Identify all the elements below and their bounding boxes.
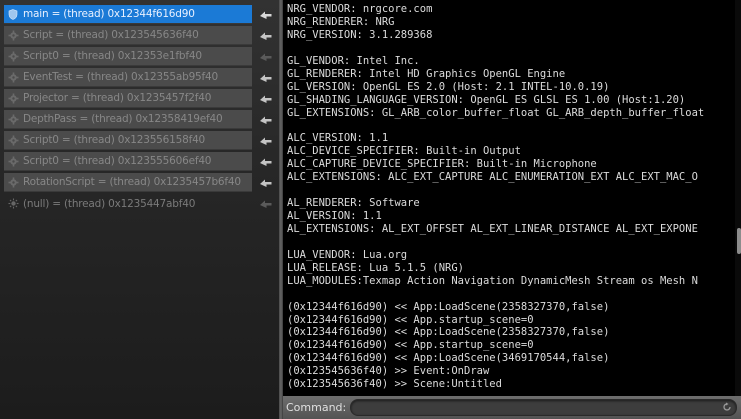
gear-icon bbox=[7, 92, 19, 104]
console-lines: NRG_VENDOR: nrgcore.com NRG_RENDERER: NRG… bbox=[287, 3, 741, 391]
thread-row[interactable]: (null) = (thread) 0x1235447abf40 bbox=[4, 194, 252, 213]
pointer-hand-icon[interactable] bbox=[257, 90, 275, 107]
console-line: (0x12344f616d90) << App:LoadScene(235832… bbox=[287, 326, 610, 339]
scrollbar-thumb[interactable] bbox=[737, 228, 741, 254]
thread-row[interactable]: Script0 = (thread) 0x12353e1fbf40 bbox=[4, 47, 252, 66]
thread-row[interactable]: Script0 = (thread) 0x123555606ef40 bbox=[4, 152, 252, 171]
command-bar: Command: bbox=[283, 396, 741, 419]
console-line: NRG_VENDOR: nrgcore.com bbox=[287, 3, 433, 15]
pointer-hand-icon[interactable] bbox=[257, 27, 275, 44]
gear-icon bbox=[7, 155, 19, 167]
console-line: LUA_RELEASE: Lua 5.1.5 (NRG) bbox=[287, 261, 465, 274]
console-line: LUA_MODULES:Texmap Action Navigation Dyn… bbox=[287, 274, 698, 287]
thread-row[interactable]: Projector = (thread) 0x1235457f2f40 bbox=[4, 89, 252, 108]
thread-row[interactable]: main = (thread) 0x12344f616d90 bbox=[4, 5, 252, 24]
gear-icon bbox=[7, 29, 19, 41]
thread-row[interactable]: Script = (thread) 0x123545636f40 bbox=[4, 26, 252, 45]
thread-label: Script0 = (thread) 0x123555606ef40 bbox=[23, 155, 212, 167]
pointer-hand-icon[interactable] bbox=[257, 132, 275, 149]
gear-icon bbox=[7, 134, 19, 146]
thread-row[interactable]: EventTest = (thread) 0x12355ab95f40 bbox=[4, 68, 252, 87]
console-line: AL_RENDERER: Software bbox=[287, 197, 420, 210]
thread-row[interactable]: RotationScript = (thread) 0x1235457b6f40 bbox=[4, 173, 252, 192]
console-scrollbar[interactable] bbox=[735, 0, 741, 396]
gear-icon bbox=[7, 71, 19, 83]
console-line: NRG_VERSION: 3.1.289368 bbox=[287, 28, 433, 41]
gear-icon bbox=[7, 176, 19, 188]
thread-row[interactable]: Script0 = (thread) 0x123556158f40 bbox=[4, 131, 252, 150]
sun-icon bbox=[7, 198, 19, 210]
thread-label: DepthPass = (thread) 0x12358419ef40 bbox=[23, 113, 223, 125]
console-line: (0x12344f616d90) << App:LoadScene(235832… bbox=[287, 300, 610, 313]
console-line: (0x123545636f40) >> Scene:Untitled bbox=[287, 378, 502, 391]
console-line: (0x12344f616d90) << App.startup_scene=0 bbox=[287, 339, 534, 352]
console-line: AL_VERSION: 1.1 bbox=[287, 210, 382, 222]
console-line: GL_VENDOR: Intel Inc. bbox=[287, 54, 420, 67]
console-line: GL_EXTENSIONS: GL_ARB_color_buffer_float… bbox=[287, 106, 705, 119]
refresh-icon[interactable] bbox=[721, 401, 733, 413]
thread-list-panel: main = (thread) 0x12344f616d90 Script = (… bbox=[0, 0, 279, 419]
console-line: ALC_EXTENSIONS: ALC_EXT_CAPTURE ALC_ENUM… bbox=[287, 171, 698, 184]
pointer-hand-icon[interactable] bbox=[257, 174, 275, 191]
thread-label: Script0 = (thread) 0x123556158f40 bbox=[23, 134, 206, 146]
thread-label: RotationScript = (thread) 0x1235457b6f40 bbox=[23, 176, 241, 188]
console-line: (0x12344f616d90) << App:LoadScene(346917… bbox=[287, 352, 610, 365]
thread-label: (null) = (thread) 0x1235447abf40 bbox=[23, 197, 196, 210]
thread-row[interactable]: DepthPass = (thread) 0x12358419ef40 bbox=[4, 110, 252, 129]
pointer-hand-icon[interactable] bbox=[257, 153, 275, 170]
console-line: LUA_VENDOR: Lua.org bbox=[287, 248, 408, 261]
shield-icon bbox=[7, 8, 19, 20]
gear-icon bbox=[7, 50, 19, 62]
thread-label: Script0 = (thread) 0x12353e1fbf40 bbox=[23, 50, 202, 62]
pointer-hand-icon[interactable] bbox=[257, 48, 275, 65]
console-line: ALC_DEVICE_SPECIFIER: Built-in Output bbox=[287, 145, 521, 158]
thread-label: main = (thread) 0x12344f616d90 bbox=[23, 8, 195, 20]
gear-icon bbox=[7, 113, 19, 125]
console-line: NRG_RENDERER: NRG bbox=[287, 15, 395, 28]
command-input[interactable] bbox=[350, 399, 737, 416]
thread-label: Script = (thread) 0x123545636f40 bbox=[23, 29, 199, 41]
thread-label: EventTest = (thread) 0x12355ab95f40 bbox=[23, 71, 218, 83]
pointer-hand-icon[interactable] bbox=[257, 111, 275, 128]
console-line: ALC_VERSION: 1.1 bbox=[287, 132, 389, 145]
console-output[interactable]: NRG_VENDOR: nrgcore.com NRG_RENDERER: NRG… bbox=[283, 0, 741, 396]
thread-label: Projector = (thread) 0x1235457f2f40 bbox=[23, 92, 212, 104]
console-line: (0x12344f616d90) << App.startup_scene=0 bbox=[287, 313, 534, 326]
console-line: AL_EXTENSIONS: AL_EXT_OFFSET AL_EXT_LINE… bbox=[287, 222, 698, 235]
pointer-hand-icon[interactable] bbox=[257, 69, 275, 86]
command-label: Command: bbox=[286, 401, 347, 414]
console-line: GL_SHADING_LANGUAGE_VERSION: OpenGL ES G… bbox=[287, 93, 686, 106]
pointer-hand-icon[interactable] bbox=[257, 195, 275, 212]
console-line: GL_RENDERER: Intel HD Graphics OpenGL En… bbox=[287, 67, 566, 80]
console-line: (0x123545636f40) >> Event:OnDraw bbox=[287, 365, 490, 378]
console-line: ALC_CAPTURE_DEVICE_SPECIFIER: Built-in M… bbox=[287, 158, 597, 171]
console-line: GL_VERSION: OpenGL ES 2.0 (Host: 2.1 INT… bbox=[287, 80, 610, 93]
pointer-hand-icon[interactable] bbox=[257, 6, 275, 23]
